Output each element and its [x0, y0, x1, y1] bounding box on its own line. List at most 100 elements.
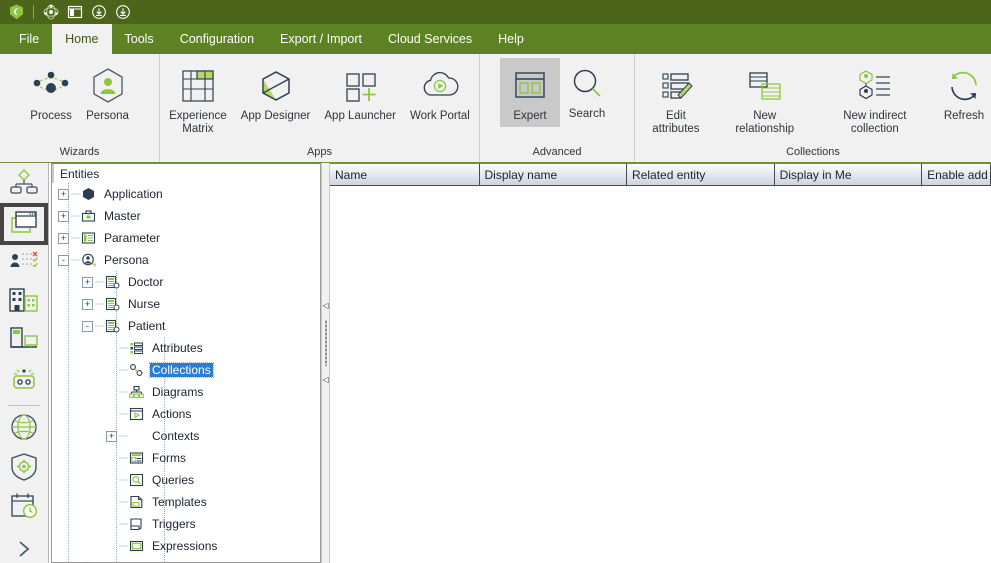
tree-expand-icon[interactable]: +: [82, 276, 93, 288]
process-globe-icon[interactable]: [39, 1, 63, 23]
tree-node[interactable]: Collections: [52, 359, 320, 381]
tree-collapse-icon[interactable]: -: [82, 320, 93, 332]
tree-node[interactable]: Actions: [52, 403, 320, 425]
tree-node[interactable]: + Application: [52, 183, 320, 205]
ribbon-button-expert[interactable]: Expert: [500, 58, 560, 127]
tree-scroll-area[interactable]: + Application + Master + Parameter - Persona + Do…: [52, 183, 320, 562]
tree-expand-icon[interactable]: +: [106, 430, 117, 442]
ribbon-group-label: Wizards: [59, 146, 100, 158]
ribbon-button-process[interactable]: Process: [23, 60, 79, 125]
bizagi-logo-icon[interactable]: [4, 1, 28, 23]
menu-item-tools[interactable]: Tools: [112, 24, 167, 54]
ribbon-button-edit-attributes[interactable]: Edit attributes: [635, 60, 717, 138]
ribbon-button-work-portal[interactable]: Work Portal: [403, 60, 477, 125]
menu-item-help[interactable]: Help: [485, 24, 537, 54]
tree-node[interactable]: Triggers: [52, 513, 320, 535]
persona-node-icon: [80, 252, 97, 268]
grid-body[interactable]: [330, 186, 991, 563]
rail-item-organization[interactable]: [2, 284, 46, 321]
search-icon: [568, 61, 606, 107]
ribbon-button-app-launcher[interactable]: App Launcher: [317, 60, 403, 125]
refresh-icon: [944, 63, 984, 109]
tree-expand-icon[interactable]: +: [82, 298, 93, 310]
tree-expand-icon[interactable]: +: [58, 188, 69, 200]
tree-node[interactable]: Forms: [52, 447, 320, 469]
tree-node[interactable]: Attributes: [52, 337, 320, 359]
download-alt-icon[interactable]: [111, 1, 135, 23]
download-icon[interactable]: [87, 1, 111, 23]
tree-connector: [119, 403, 128, 425]
tree-node[interactable]: - Patient: [52, 315, 320, 337]
tree-expand-icon[interactable]: +: [58, 232, 69, 244]
ribbon-button-new-indirect-collection[interactable]: New indirect collection: [813, 60, 937, 138]
tree-node[interactable]: + Doctor: [52, 271, 320, 293]
tree-node-label: Triggers: [152, 517, 196, 531]
tree-node-label: Parameter: [104, 231, 161, 245]
tree-node[interactable]: + Nurse: [52, 293, 320, 315]
tree-node-label: Patient: [128, 319, 166, 333]
splitter-grip[interactable]: [324, 320, 327, 366]
ribbon: Process Persona Wizards Experience Matri…: [0, 54, 991, 163]
tree-expander-placeholder: [106, 409, 117, 420]
menu-item-cloud-services[interactable]: Cloud Services: [375, 24, 485, 54]
ribbon-button-refresh[interactable]: Refresh: [937, 60, 991, 125]
expressions-icon: [128, 538, 145, 554]
ribbon-group-collections: Edit attributes New relationship New ind…: [634, 54, 991, 162]
tree-node[interactable]: Diagrams: [52, 381, 320, 403]
menu-item-configuration[interactable]: Configuration: [167, 24, 267, 54]
new-relationship-icon: [745, 63, 785, 109]
menu-item-export-import[interactable]: Export / Import: [267, 24, 375, 54]
tree-node[interactable]: +System: [52, 557, 320, 562]
tree-expander-placeholder: [106, 475, 117, 486]
grid-column-header[interactable]: Name: [330, 164, 480, 185]
ribbon-button-search[interactable]: Search: [560, 58, 614, 123]
tree-node[interactable]: - Persona: [52, 249, 320, 271]
rail-item-users[interactable]: [2, 245, 46, 282]
tree-node-list: + Application + Master + Parameter - Persona + Do…: [52, 183, 320, 562]
windows-stack-icon: [8, 208, 40, 241]
tree-node[interactable]: Queries: [52, 469, 320, 491]
splitter-collapse-down-icon[interactable]: ◁: [322, 376, 328, 384]
titlebar-divider: [33, 5, 34, 19]
tree-connector: [119, 381, 128, 403]
menu-bar: File Home Tools Configuration Export / I…: [0, 24, 991, 54]
tree-connector: [95, 293, 104, 315]
rail-item-entities[interactable]: [0, 203, 48, 245]
tree-node-label: Doctor: [128, 275, 164, 289]
ribbon-button-persona[interactable]: Persona: [79, 60, 136, 125]
menu-item-file[interactable]: File: [6, 24, 52, 54]
ribbon-group-advanced: Expert Search Advanced: [479, 54, 634, 162]
grid-column-header[interactable]: Display in Me: [774, 164, 923, 185]
rail-item-bots[interactable]: [2, 363, 46, 400]
ribbon-button-label: New relationship: [735, 110, 795, 135]
grid-column-header[interactable]: Display name: [479, 164, 628, 185]
ribbon-button-app-designer[interactable]: App Designer: [234, 60, 318, 125]
grid-column-header[interactable]: Enable add: [922, 164, 991, 185]
window-layout-icon[interactable]: [63, 1, 87, 23]
tree-node[interactable]: Templates: [52, 491, 320, 513]
rail-expand-button[interactable]: [2, 535, 46, 563]
tree-icon-placeholder: [128, 428, 145, 444]
rail-item-integration[interactable]: [2, 411, 46, 448]
grid-column-header[interactable]: Related entity: [627, 164, 775, 185]
rail-item-scheduler[interactable]: [2, 490, 46, 527]
entity-icon: [104, 274, 121, 290]
tree-node[interactable]: + Contexts: [52, 425, 320, 447]
menu-item-home[interactable]: Home: [52, 24, 112, 54]
tree-node[interactable]: Expressions: [52, 535, 320, 557]
app-designer-icon: [257, 63, 295, 109]
ribbon-button-experience-matrix[interactable]: Experience Matrix: [162, 60, 234, 138]
rail-item-processes[interactable]: [2, 166, 46, 203]
ribbon-button-new-relationship[interactable]: New relationship: [717, 60, 813, 138]
calendar-clock-icon: [9, 491, 39, 526]
tree-collapse-icon[interactable]: -: [58, 254, 69, 266]
panel-splitter[interactable]: ◁ ◁: [321, 163, 330, 563]
tree-node[interactable]: + Master: [52, 205, 320, 227]
tree-node[interactable]: + Parameter: [52, 227, 320, 249]
splitter-collapse-up-icon[interactable]: ◁: [322, 302, 328, 310]
tree-connector: [119, 469, 128, 491]
tree-expand-icon[interactable]: +: [58, 210, 69, 222]
rail-item-devices[interactable]: [2, 324, 46, 361]
rail-item-security[interactable]: [2, 451, 46, 488]
tree-connector: [71, 205, 80, 227]
